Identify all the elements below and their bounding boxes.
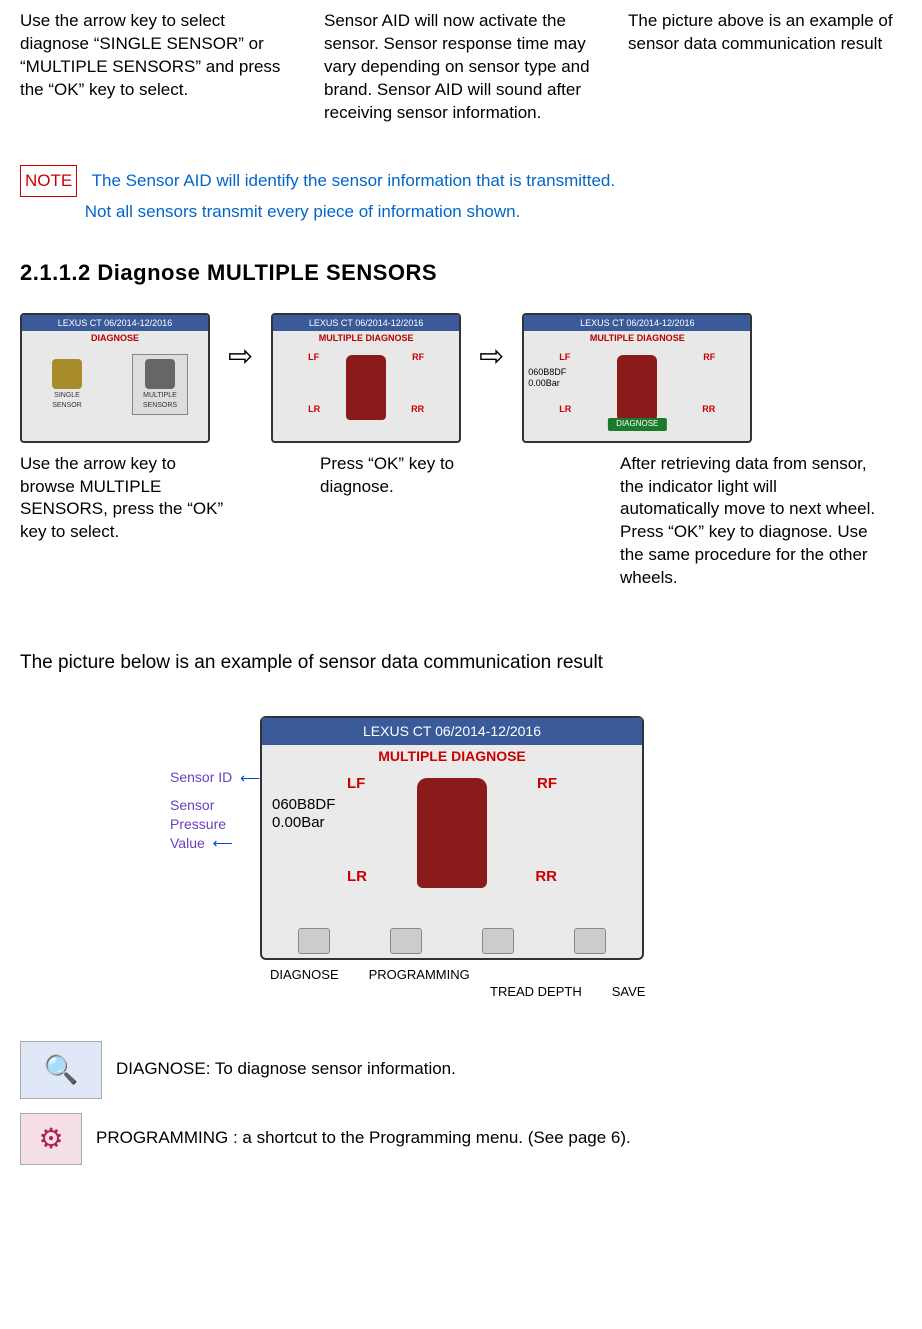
legend-diagnose-text: DIAGNOSE: To diagnose sensor information… bbox=[116, 1058, 456, 1081]
label-rr: RR bbox=[411, 403, 424, 415]
legend-programming-text: PROGRAMMING : a shortcut to the Programm… bbox=[96, 1127, 631, 1150]
screen2-car-layout: LF RF LR RR bbox=[273, 345, 459, 435]
top-col3: The picture above is an example of senso… bbox=[628, 10, 902, 56]
label-rf: RF bbox=[703, 351, 715, 363]
big-readout: 060B8DF 0.00Bar bbox=[272, 796, 335, 832]
caption-1: Use the arrow key to browse MULTIPLE SEN… bbox=[20, 453, 230, 545]
note-line-1: The Sensor AID will identify the sensor … bbox=[92, 171, 615, 190]
under-label-programming: PROGRAMMING bbox=[369, 966, 470, 984]
label-lf: LF bbox=[559, 351, 570, 363]
label-lf: LF bbox=[347, 774, 365, 794]
single-sensor-tile: SINGLE SENSOR bbox=[42, 359, 92, 410]
screenshot-row: LEXUS CT 06/2014-12/2016 DIAGNOSE SINGLE… bbox=[20, 313, 902, 443]
label-lf: LF bbox=[308, 351, 319, 363]
big-car-layout: LF RF LR RR 060B8DF 0.00Bar bbox=[262, 768, 642, 908]
sensor-id-value: 060B8DF bbox=[528, 367, 566, 378]
top-col1: Use the arrow key to select diagnose “SI… bbox=[20, 10, 294, 102]
big-screen-title: LEXUS CT 06/2014-12/2016 bbox=[262, 718, 642, 745]
annotation-sensor-pressure: Sensor Pressure Value ⟵ bbox=[170, 796, 240, 854]
car-icon bbox=[346, 355, 386, 420]
diagnose-icon bbox=[298, 928, 330, 954]
caption-3: After retrieving data from sensor, the i… bbox=[620, 453, 880, 591]
result-intro-text: The picture below is an example of senso… bbox=[20, 650, 902, 676]
device-screenshot-3: LEXUS CT 06/2014-12/2016 MULTIPLE DIAGNO… bbox=[522, 313, 752, 443]
gear-icon bbox=[52, 359, 82, 389]
multi-sensor-icon bbox=[145, 359, 175, 389]
big-screen-bottom-icons bbox=[262, 928, 642, 954]
screen3-readout: 060B8DF 0.00Bar bbox=[528, 367, 566, 389]
sensor-pressure-value: 0.00Bar bbox=[272, 814, 335, 832]
annotated-screenshot-block: Sensor ID ⟵ Sensor Pressure Value ⟵ LEXU… bbox=[180, 716, 680, 1001]
top-paragraph-row: Use the arrow key to select diagnose “SI… bbox=[20, 10, 902, 125]
programming-icon bbox=[390, 928, 422, 954]
diagnose-button-label: DIAGNOSE bbox=[608, 418, 666, 431]
save-icon bbox=[574, 928, 606, 954]
under-label-save: SAVE bbox=[612, 983, 646, 1001]
car-icon bbox=[417, 778, 487, 888]
label-rr: RR bbox=[702, 403, 715, 415]
note-label: NOTE bbox=[20, 165, 77, 198]
screen3-title: LEXUS CT 06/2014-12/2016 bbox=[524, 315, 750, 331]
caption-2: Press “OK” key to diagnose. bbox=[320, 453, 530, 499]
screen2-title: LEXUS CT 06/2014-12/2016 bbox=[273, 315, 459, 331]
big-screen-under-labels-2: TREAD DEPTH SAVE bbox=[480, 983, 680, 1001]
under-label-tread: TREAD DEPTH bbox=[490, 983, 582, 1001]
top-col2: Sensor AID will now activate the sensor.… bbox=[324, 10, 598, 125]
label-rf: RF bbox=[412, 351, 424, 363]
label-rr: RR bbox=[535, 867, 557, 887]
screen1-subtitle: DIAGNOSE bbox=[22, 331, 208, 345]
label-lr: LR bbox=[308, 403, 320, 415]
screen1-title: LEXUS CT 06/2014-12/2016 bbox=[22, 315, 208, 331]
screen3-subtitle: MULTIPLE DIAGNOSE bbox=[524, 331, 750, 345]
label-lr: LR bbox=[347, 867, 367, 887]
note-line-2: Not all sensors transmit every piece of … bbox=[85, 202, 521, 221]
note-block: NOTE The Sensor AID will identify the se… bbox=[20, 165, 902, 228]
label-lr: LR bbox=[559, 403, 571, 415]
annotation-sensor-id: Sensor ID ⟵ bbox=[170, 768, 260, 788]
arrow-left-icon: ⟵ bbox=[213, 834, 233, 853]
sensor-pressure-value: 0.00Bar bbox=[528, 378, 566, 389]
diagnose-icon: 🔍 bbox=[20, 1041, 102, 1099]
under-label-diagnose: DIAGNOSE bbox=[270, 966, 339, 984]
device-screenshot-1: LEXUS CT 06/2014-12/2016 DIAGNOSE SINGLE… bbox=[20, 313, 210, 443]
screen2-subtitle: MULTIPLE DIAGNOSE bbox=[273, 331, 459, 345]
screen3-car-layout: LF RF LR RR 060B8DF 0.00Bar DIAGNOSE bbox=[524, 345, 750, 435]
screen1-body: SINGLE SENSOR MULTIPLE SENSORS bbox=[22, 345, 208, 425]
arrow-right-icon: ⇨ bbox=[220, 337, 261, 378]
legend-programming-row: ⚙ PROGRAMMING : a shortcut to the Progra… bbox=[20, 1113, 902, 1165]
big-screen-under-labels: DIAGNOSE PROGRAMMING bbox=[260, 966, 680, 984]
car-icon bbox=[617, 355, 657, 420]
label-rf: RF bbox=[537, 774, 557, 794]
big-screen-subtitle: MULTIPLE DIAGNOSE bbox=[262, 745, 642, 768]
device-screenshot-2: LEXUS CT 06/2014-12/2016 MULTIPLE DIAGNO… bbox=[271, 313, 461, 443]
legend-diagnose-row: 🔍 DIAGNOSE: To diagnose sensor informati… bbox=[20, 1041, 902, 1099]
device-screenshot-large: LEXUS CT 06/2014-12/2016 MULTIPLE DIAGNO… bbox=[260, 716, 644, 960]
arrow-left-icon: ⟵ bbox=[240, 769, 260, 788]
caption-row: Use the arrow key to browse MULTIPLE SEN… bbox=[20, 453, 902, 591]
tread-depth-icon bbox=[482, 928, 514, 954]
programming-icon: ⚙ bbox=[20, 1113, 82, 1165]
arrow-right-icon: ⇨ bbox=[471, 337, 512, 378]
section-heading: 2.1.1.2 Diagnose MULTIPLE SENSORS bbox=[20, 258, 902, 288]
sensor-id-value: 060B8DF bbox=[272, 796, 335, 814]
multiple-sensors-tile: MULTIPLE SENSORS bbox=[132, 354, 188, 415]
